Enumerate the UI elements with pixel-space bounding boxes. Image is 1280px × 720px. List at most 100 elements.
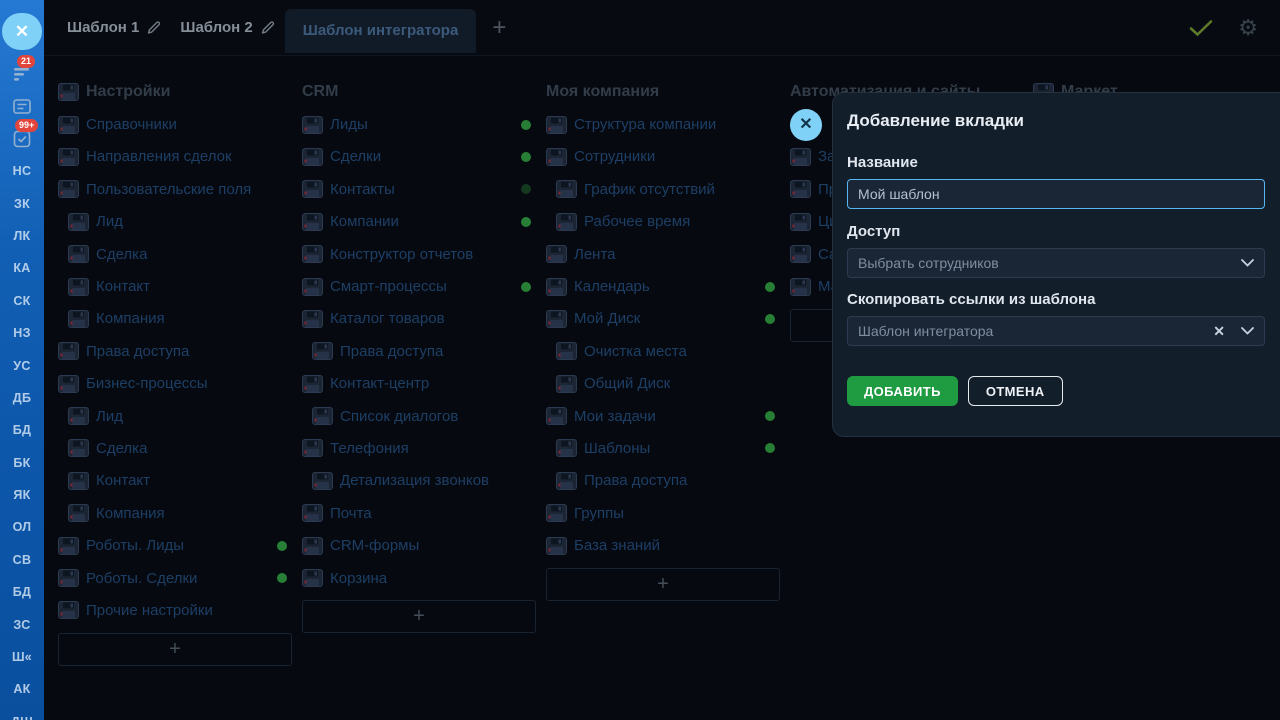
floppy-icon xyxy=(556,439,577,458)
sidebar-shortcut[interactable]: СК xyxy=(0,285,44,317)
sidebar-shortcut[interactable]: УС xyxy=(0,349,44,381)
sidebar-shortcut[interactable]: НЗ xyxy=(0,317,44,349)
status-dot xyxy=(277,573,287,584)
menu-item[interactable]: Контакт-центр xyxy=(302,368,536,400)
menu-item[interactable]: Компания xyxy=(58,497,292,529)
menu-item[interactable]: Роботы. Сделки xyxy=(58,562,292,594)
confirm-check-icon[interactable] xyxy=(1188,18,1214,38)
menu-item[interactable]: Права доступа xyxy=(546,465,780,497)
menu-item[interactable]: Каталог товаров xyxy=(302,303,536,335)
tasks-icon[interactable]: 99+ xyxy=(0,119,44,152)
menu-item[interactable]: Шаблоны xyxy=(546,432,780,464)
add-button[interactable]: ДОБАВИТЬ xyxy=(847,376,958,406)
add-menu-item-button[interactable]: + xyxy=(302,600,536,634)
status-dot xyxy=(521,184,531,195)
menu-item[interactable]: Рабочее время xyxy=(546,206,780,238)
menu-item[interactable]: Конструктор отчетов xyxy=(302,238,536,270)
sidebar-shortcut[interactable]: ЗС xyxy=(0,608,44,640)
menu-item[interactable]: Сделка xyxy=(58,238,292,270)
menu-item[interactable]: Календарь xyxy=(546,270,780,302)
menu-item-label: Рабочее время xyxy=(584,213,691,231)
menu-item[interactable]: Компания xyxy=(58,303,292,335)
menu-item[interactable]: Телефония xyxy=(302,432,536,464)
add-menu-item-button[interactable]: + xyxy=(546,567,780,601)
floppy-icon xyxy=(302,504,323,523)
template-tab[interactable]: Шаблон 1 xyxy=(58,0,171,56)
menu-item[interactable]: Смарт-процессы xyxy=(302,270,536,302)
sidebar-shortcut[interactable]: АК xyxy=(0,673,44,705)
menu-item[interactable]: Роботы. Лиды xyxy=(58,529,292,561)
menu-item[interactable]: База знаний xyxy=(546,529,780,561)
menu-item[interactable]: Сотрудники xyxy=(546,141,780,173)
menu-item[interactable]: Компании xyxy=(302,206,536,238)
menu-item[interactable]: Справочники xyxy=(58,108,292,140)
menu-item-label: Лента xyxy=(574,245,616,263)
menu-item[interactable]: Права доступа xyxy=(302,335,536,367)
template-tabs-bar: Шаблон 1 Шаблон 2 Шаблон интегратора + ⚙ xyxy=(44,0,1280,56)
template-tab[interactable]: Шаблон 2 xyxy=(171,0,284,56)
clear-selection-icon[interactable]: ✕ xyxy=(1213,323,1225,340)
template-tab[interactable]: Шаблон интегратора xyxy=(284,8,477,53)
tab-name-input[interactable] xyxy=(847,179,1265,209)
sidebar-shortcut[interactable]: ЯК xyxy=(0,479,44,511)
menu-item[interactable]: Мой Диск xyxy=(546,303,780,335)
menu-item[interactable]: Бизнес-процессы xyxy=(58,368,292,400)
sidebar-shortcut[interactable]: ЗК xyxy=(0,187,44,219)
floppy-icon xyxy=(68,407,89,426)
sidebar-shortcut[interactable]: ОЛ xyxy=(0,511,44,543)
copy-template-select[interactable]: Шаблон интегратора ✕ xyxy=(847,316,1265,346)
menu-item[interactable]: Пользовательские поля xyxy=(58,173,292,205)
menu-item-label: Конструктор отчетов xyxy=(330,245,474,263)
access-field-label: Доступ xyxy=(847,223,901,240)
menu-item[interactable]: Прочие настройки xyxy=(58,594,292,626)
menu-item[interactable]: Лиды xyxy=(302,108,536,140)
menu-item[interactable]: Структура компании xyxy=(546,108,780,140)
sidebar-shortcut[interactable]: ЛК xyxy=(0,220,44,252)
sidebar-shortcut[interactable]: ДШ xyxy=(0,706,44,720)
menu-item-label: Бизнес-процессы xyxy=(86,375,208,393)
edit-pencil-icon[interactable] xyxy=(260,20,276,36)
menu-item[interactable]: Группы xyxy=(546,497,780,529)
add-tab-button[interactable]: + xyxy=(476,14,522,42)
floppy-icon xyxy=(58,536,79,555)
menu-item[interactable]: CRM-формы xyxy=(302,529,536,561)
cancel-button[interactable]: ОТМЕНА xyxy=(967,376,1063,406)
menu-item[interactable]: Мои задачи xyxy=(546,400,780,432)
menu-item[interactable]: Почта xyxy=(302,497,536,529)
menu-item[interactable]: Лид xyxy=(58,400,292,432)
edit-pencil-icon[interactable] xyxy=(146,20,162,36)
menu-item[interactable]: График отсутствий xyxy=(546,173,780,205)
sidebar-shortcut[interactable]: БК xyxy=(0,447,44,479)
menu-item[interactable]: Права доступа xyxy=(58,335,292,367)
menu-item[interactable]: Общий Диск xyxy=(546,368,780,400)
menu-item[interactable]: Контакты xyxy=(302,173,536,205)
sidebar-shortcut[interactable]: Ш« xyxy=(0,641,44,673)
menu-item[interactable]: Список диалогов xyxy=(302,400,536,432)
menu-item[interactable]: Детализация звонков xyxy=(302,465,536,497)
menu-item[interactable]: Контакт xyxy=(58,270,292,302)
menu-item[interactable]: Контакт xyxy=(58,465,292,497)
menu-item[interactable]: Направления сделок xyxy=(58,141,292,173)
planner-icon[interactable] xyxy=(0,93,44,119)
sidebar-shortcut[interactable]: БД xyxy=(0,414,44,446)
menu-item-label: Контакт-центр xyxy=(330,375,430,393)
menu-item[interactable]: Сделка xyxy=(58,432,292,464)
menu-item[interactable]: Очистка места xyxy=(546,335,780,367)
menu-item[interactable]: Лид xyxy=(58,206,292,238)
notifications-icon[interactable]: 21 xyxy=(0,55,44,87)
gear-icon[interactable]: ⚙ xyxy=(1238,17,1258,39)
floppy-icon xyxy=(58,115,79,134)
menu-item[interactable]: Сделки xyxy=(302,141,536,173)
sidebar-shortcut[interactable]: ДБ xyxy=(0,382,44,414)
sidebar-shortcut[interactable]: БД xyxy=(0,576,44,608)
sidebar-close-button[interactable]: ✕ xyxy=(2,13,42,50)
menu-item[interactable]: Корзина xyxy=(302,562,536,594)
sidebar-shortcut[interactable]: НС xyxy=(0,155,44,187)
sidebar-shortcut[interactable]: КА xyxy=(0,252,44,284)
add-menu-item-button[interactable]: + xyxy=(58,632,292,666)
modal-close-button[interactable]: ✕ xyxy=(790,109,822,141)
access-select[interactable]: Выбрать сотрудников xyxy=(847,248,1265,278)
floppy-icon xyxy=(68,277,89,296)
menu-item[interactable]: Лента xyxy=(546,238,780,270)
sidebar-shortcut[interactable]: СВ xyxy=(0,544,44,576)
